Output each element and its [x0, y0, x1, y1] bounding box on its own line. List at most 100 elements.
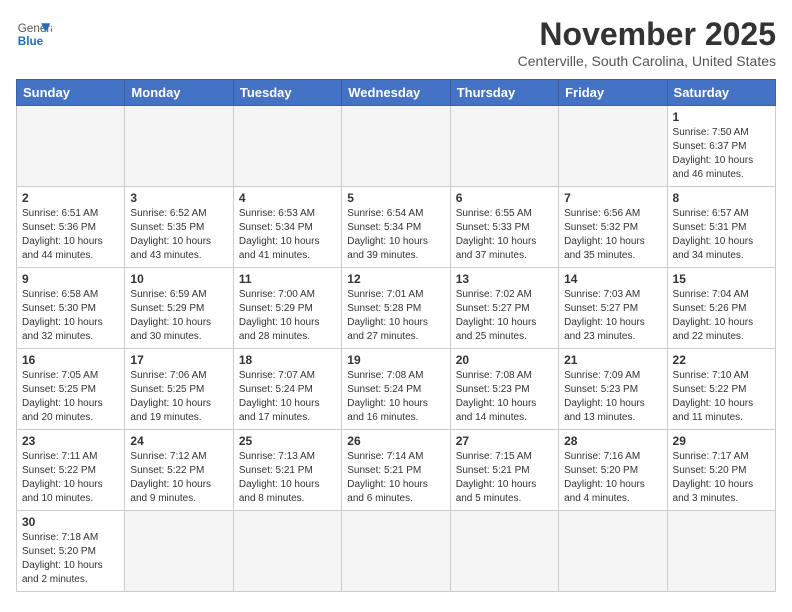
calendar-cell — [233, 106, 341, 187]
calendar-cell: 6 Sunrise: 6:55 AM Sunset: 5:33 PM Daylig… — [450, 187, 558, 268]
calendar-cell — [667, 511, 775, 592]
calendar-cell — [559, 511, 667, 592]
day-number: 5 — [347, 191, 444, 205]
calendar-cell: 13 Sunrise: 7:02 AM Sunset: 5:27 PM Dayli… — [450, 268, 558, 349]
day-info: Sunrise: 7:13 AM Sunset: 5:21 PM Dayligh… — [239, 450, 336, 506]
day-number: 28 — [564, 434, 661, 448]
day-number: 1 — [673, 110, 770, 124]
col-header-saturday: Saturday — [667, 80, 775, 106]
calendar-cell: 28 Sunrise: 7:16 AM Sunset: 5:20 PM Dayli… — [559, 430, 667, 511]
calendar-cell — [342, 511, 450, 592]
calendar-cell — [125, 106, 233, 187]
calendar-cell: 29Sunrise: 7:17 AM Sunset: 5:20 PM Dayli… — [667, 430, 775, 511]
day-info: Sunrise: 6:55 AM Sunset: 5:33 PM Dayligh… — [456, 207, 553, 263]
calendar-cell: 25Sunrise: 7:13 AM Sunset: 5:21 PM Dayli… — [233, 430, 341, 511]
day-number: 16 — [22, 353, 119, 367]
calendar-cell: 10 Sunrise: 6:59 AM Sunset: 5:29 PM Dayli… — [125, 268, 233, 349]
day-info: Sunrise: 7:12 AM Sunset: 5:22 PM Dayligh… — [130, 450, 227, 506]
calendar-cell — [17, 106, 125, 187]
day-number: 10 — [130, 272, 227, 286]
day-info: Sunrise: 7:15 AM Sunset: 5:21 PM Dayligh… — [456, 450, 553, 506]
location-subtitle: Centerville, South Carolina, United Stat… — [518, 53, 776, 69]
day-info: Sunrise: 7:06 AM Sunset: 5:25 PM Dayligh… — [130, 369, 227, 425]
day-number: 6 — [456, 191, 553, 205]
day-info: Sunrise: 7:00 AM Sunset: 5:29 PM Dayligh… — [239, 288, 336, 344]
calendar-cell — [233, 511, 341, 592]
day-info: Sunrise: 6:57 AM Sunset: 5:31 PM Dayligh… — [673, 207, 770, 263]
calendar-cell — [450, 106, 558, 187]
calendar-week-row: 1 Sunrise: 7:50 AM Sunset: 6:37 PM Daylig… — [17, 106, 776, 187]
calendar-cell: 20Sunrise: 7:08 AM Sunset: 5:23 PM Dayli… — [450, 349, 558, 430]
logo-area: General Blue — [16, 16, 52, 52]
day-info: Sunrise: 6:58 AM Sunset: 5:30 PM Dayligh… — [22, 288, 119, 344]
calendar-cell: 8Sunrise: 6:57 AM Sunset: 5:31 PM Daylig… — [667, 187, 775, 268]
calendar-cell: 2Sunrise: 6:51 AM Sunset: 5:36 PM Daylig… — [17, 187, 125, 268]
day-info: Sunrise: 6:52 AM Sunset: 5:35 PM Dayligh… — [130, 207, 227, 263]
day-number: 4 — [239, 191, 336, 205]
day-info: Sunrise: 7:02 AM Sunset: 5:27 PM Dayligh… — [456, 288, 553, 344]
day-info: Sunrise: 6:54 AM Sunset: 5:34 PM Dayligh… — [347, 207, 444, 263]
day-number: 23 — [22, 434, 119, 448]
calendar-cell: 22Sunrise: 7:10 AM Sunset: 5:22 PM Dayli… — [667, 349, 775, 430]
day-info: Sunrise: 7:08 AM Sunset: 5:23 PM Dayligh… — [456, 369, 553, 425]
day-info: Sunrise: 7:04 AM Sunset: 5:26 PM Dayligh… — [673, 288, 770, 344]
day-number: 14 — [564, 272, 661, 286]
day-number: 24 — [130, 434, 227, 448]
calendar-cell — [342, 106, 450, 187]
calendar-table: SundayMondayTuesdayWednesdayThursdayFrid… — [16, 79, 776, 592]
day-info: Sunrise: 7:03 AM Sunset: 5:27 PM Dayligh… — [564, 288, 661, 344]
calendar-cell: 26 Sunrise: 7:14 AM Sunset: 5:21 PM Dayli… — [342, 430, 450, 511]
day-number: 13 — [456, 272, 553, 286]
calendar-cell: 27Sunrise: 7:15 AM Sunset: 5:21 PM Dayli… — [450, 430, 558, 511]
day-number: 15 — [673, 272, 770, 286]
day-info: Sunrise: 7:09 AM Sunset: 5:23 PM Dayligh… — [564, 369, 661, 425]
calendar-week-row: 16Sunrise: 7:05 AM Sunset: 5:25 PM Dayli… — [17, 349, 776, 430]
day-number: 11 — [239, 272, 336, 286]
svg-text:Blue: Blue — [18, 35, 44, 48]
calendar-cell: 7Sunrise: 6:56 AM Sunset: 5:32 PM Daylig… — [559, 187, 667, 268]
day-number: 18 — [239, 353, 336, 367]
day-info: Sunrise: 7:16 AM Sunset: 5:20 PM Dayligh… — [564, 450, 661, 506]
page-header: General Blue November 2025 Centerville, … — [16, 16, 776, 69]
col-header-thursday: Thursday — [450, 80, 558, 106]
calendar-cell: 9Sunrise: 6:58 AM Sunset: 5:30 PM Daylig… — [17, 268, 125, 349]
day-number: 21 — [564, 353, 661, 367]
calendar-week-row: 9Sunrise: 6:58 AM Sunset: 5:30 PM Daylig… — [17, 268, 776, 349]
day-info: Sunrise: 7:14 AM Sunset: 5:21 PM Dayligh… — [347, 450, 444, 506]
calendar-cell: 5 Sunrise: 6:54 AM Sunset: 5:34 PM Daylig… — [342, 187, 450, 268]
calendar-cell: 16Sunrise: 7:05 AM Sunset: 5:25 PM Dayli… — [17, 349, 125, 430]
calendar-cell: 17 Sunrise: 7:06 AM Sunset: 5:25 PM Dayli… — [125, 349, 233, 430]
calendar-cell: 11 Sunrise: 7:00 AM Sunset: 5:29 PM Dayli… — [233, 268, 341, 349]
col-header-wednesday: Wednesday — [342, 80, 450, 106]
day-number: 29 — [673, 434, 770, 448]
calendar-week-row: 23Sunrise: 7:11 AM Sunset: 5:22 PM Dayli… — [17, 430, 776, 511]
calendar-cell: 12 Sunrise: 7:01 AM Sunset: 5:28 PM Dayli… — [342, 268, 450, 349]
calendar-cell: 24 Sunrise: 7:12 AM Sunset: 5:22 PM Dayli… — [125, 430, 233, 511]
calendar-cell: 15 Sunrise: 7:04 AM Sunset: 5:26 PM Dayli… — [667, 268, 775, 349]
day-info: Sunrise: 7:01 AM Sunset: 5:28 PM Dayligh… — [347, 288, 444, 344]
calendar-week-row: 2Sunrise: 6:51 AM Sunset: 5:36 PM Daylig… — [17, 187, 776, 268]
calendar-cell: 19Sunrise: 7:08 AM Sunset: 5:24 PM Dayli… — [342, 349, 450, 430]
day-number: 26 — [347, 434, 444, 448]
calendar-header-row: SundayMondayTuesdayWednesdayThursdayFrid… — [17, 80, 776, 106]
calendar-cell: 3 Sunrise: 6:52 AM Sunset: 5:35 PM Daylig… — [125, 187, 233, 268]
day-number: 17 — [130, 353, 227, 367]
month-title: November 2025 — [518, 16, 776, 53]
day-info: Sunrise: 7:07 AM Sunset: 5:24 PM Dayligh… — [239, 369, 336, 425]
calendar-cell: 23Sunrise: 7:11 AM Sunset: 5:22 PM Dayli… — [17, 430, 125, 511]
day-info: Sunrise: 7:10 AM Sunset: 5:22 PM Dayligh… — [673, 369, 770, 425]
day-info: Sunrise: 7:50 AM Sunset: 6:37 PM Dayligh… — [673, 126, 770, 182]
calendar-cell: 30Sunrise: 7:18 AM Sunset: 5:20 PM Dayli… — [17, 511, 125, 592]
calendar-cell: 4Sunrise: 6:53 AM Sunset: 5:34 PM Daylig… — [233, 187, 341, 268]
day-info: Sunrise: 6:56 AM Sunset: 5:32 PM Dayligh… — [564, 207, 661, 263]
day-number: 3 — [130, 191, 227, 205]
col-header-sunday: Sunday — [17, 80, 125, 106]
day-info: Sunrise: 6:59 AM Sunset: 5:29 PM Dayligh… — [130, 288, 227, 344]
col-header-monday: Monday — [125, 80, 233, 106]
calendar-cell — [125, 511, 233, 592]
calendar-cell — [450, 511, 558, 592]
calendar-cell: 14 Sunrise: 7:03 AM Sunset: 5:27 PM Dayli… — [559, 268, 667, 349]
day-number: 12 — [347, 272, 444, 286]
generalblue-logo-icon: General Blue — [16, 16, 52, 52]
calendar-cell: 1 Sunrise: 7:50 AM Sunset: 6:37 PM Daylig… — [667, 106, 775, 187]
